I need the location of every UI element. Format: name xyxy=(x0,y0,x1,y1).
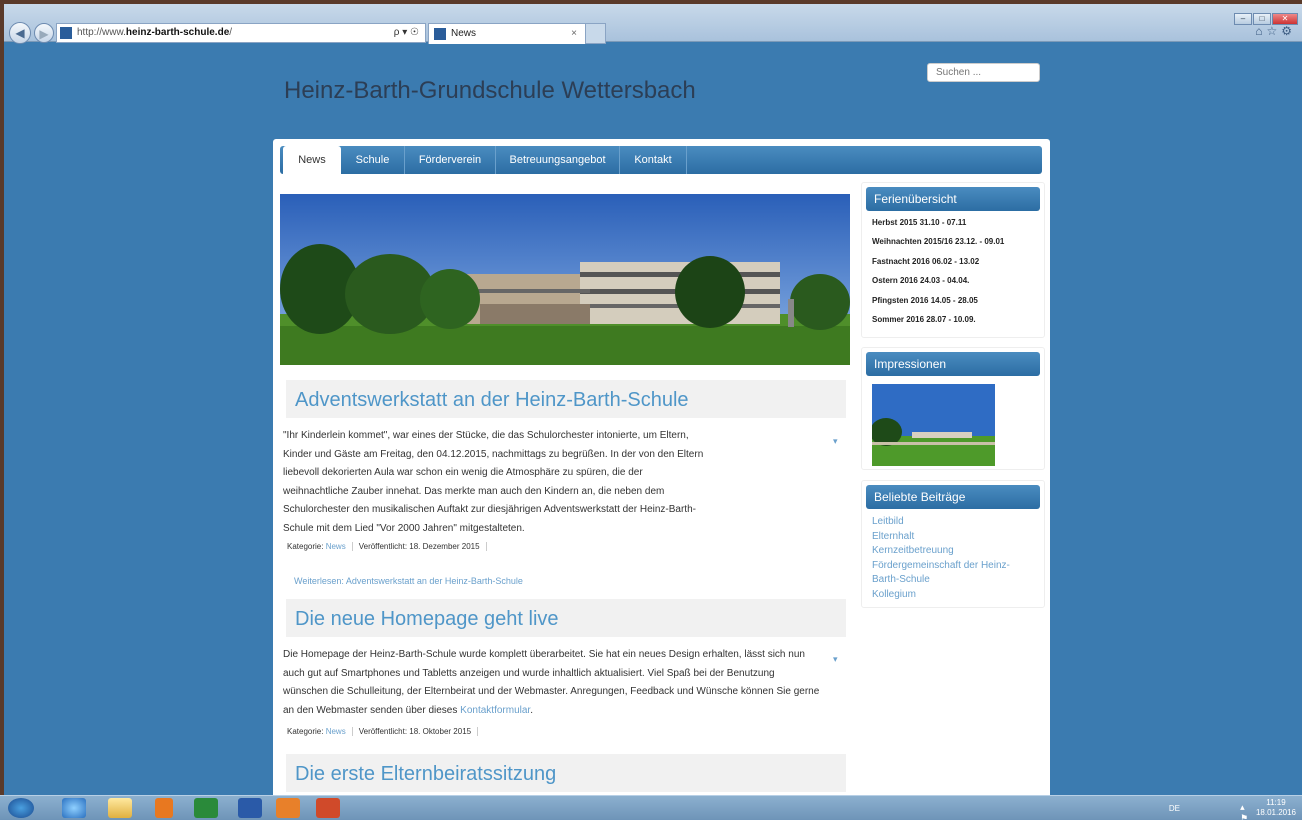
clock[interactable]: 11:19 18.01.2016 xyxy=(1256,798,1296,818)
article-line: weihnachtliche Zauber innehat. Das merkt… xyxy=(283,485,665,497)
popular-link[interactable]: Leitbild xyxy=(862,515,1044,530)
file-explorer-icon[interactable] xyxy=(108,798,132,818)
windows-taskbar: DE ▴ ⚑ ▣ ◀) 11:19 18.01.2016 xyxy=(0,795,1302,820)
excel-icon[interactable] xyxy=(194,798,218,818)
browser-tab-news[interactable]: News × xyxy=(428,23,586,44)
article-title-box: Die erste Elternbeiratssitzung xyxy=(286,754,846,792)
article-line: "Ihr Kinderlein kommet", war eines der S… xyxy=(283,430,689,441)
main-navigation: News Schule Förderverein Betreuungsangeb… xyxy=(280,146,1042,175)
new-tab-button[interactable] xyxy=(586,23,606,44)
site-favicon-icon xyxy=(60,27,72,39)
content-panel: News Schule Förderverein Betreuungsangeb… xyxy=(273,139,1050,795)
nav-item-kontakt[interactable]: Kontakt xyxy=(620,146,687,174)
category-label: Kategorie: xyxy=(287,727,324,736)
holiday-item: Fastnacht 2016 06.02 - 13.02 xyxy=(872,256,980,266)
clock-date: 18.01.2016 xyxy=(1255,808,1296,817)
holiday-overview-module: Ferienübersicht Herbst 2015 31.10 - 07.1… xyxy=(861,182,1045,338)
powerpoint-icon[interactable] xyxy=(316,798,340,818)
school-building-photo xyxy=(280,194,850,365)
holiday-item: Ostern 2016 24.03 - 04.04. xyxy=(872,276,970,286)
category-info: Kategorie: News xyxy=(287,542,353,551)
module-title: Beliebte Beiträge xyxy=(866,485,1040,509)
article-text: "Ihr Kinderlein kommet", war eines der S… xyxy=(283,427,703,538)
article-line: Schule mit dem Lied "Vor 2000 Jahren" mi… xyxy=(283,522,525,534)
impressions-module: Impressionen xyxy=(861,347,1045,470)
article-title-box: Adventswerkstatt an der Heinz-Barth-Schu… xyxy=(286,380,846,418)
article-line: wünschen die Schulleitung, der Elternbei… xyxy=(283,686,820,697)
browser-chrome: – □ ✕ ◀ ▶ http://www.heinz-barth-schule.de… xyxy=(4,4,1302,44)
article-line: Schulorchester den musikalischen Auftakt… xyxy=(283,504,696,515)
article-title[interactable]: Die neue Homepage geht live xyxy=(286,599,846,631)
media-player-icon[interactable] xyxy=(155,798,173,818)
tab-favicon-icon xyxy=(434,28,446,40)
popular-posts-module: Beliebte Beiträge Leitbild Elternhalt Ke… xyxy=(861,480,1045,608)
popular-link[interactable]: Kernzeitbetreuung xyxy=(862,544,1044,559)
contact-form-link[interactable]: Kontaktformular xyxy=(460,705,530,716)
article-meta: Kategorie: News Veröffentlicht: 18. Dezem… xyxy=(287,538,487,556)
category-link[interactable]: News xyxy=(326,542,346,551)
address-bar[interactable]: http://www.heinz-barth-schule.de/ ρ ▾ ☉ xyxy=(56,23,426,43)
word-icon[interactable] xyxy=(238,798,262,818)
site-title[interactable]: Heinz-Barth-Grundschule Wettersbach xyxy=(284,77,696,105)
published-date: Veröffentlicht: 18. Oktober 2015 xyxy=(352,727,479,736)
article-tools-chevron-icon[interactable]: ▾ xyxy=(833,436,838,447)
popular-link[interactable]: Kollegium xyxy=(862,588,1044,603)
popular-link[interactable]: Barth-Schule xyxy=(862,573,1044,588)
read-more-link[interactable]: Weiterlesen: Adventswerkstatt an der Hei… xyxy=(294,576,523,586)
module-title: Ferienübersicht xyxy=(866,187,1040,211)
nav-item-news[interactable]: News xyxy=(283,146,341,175)
article-tools-chevron-icon[interactable]: ▾ xyxy=(833,654,838,665)
search-input[interactable] xyxy=(927,63,1040,82)
browser-toolbar-icons[interactable]: ⌂☆⚙ xyxy=(1255,24,1296,38)
nav-item-betreuungsangebot[interactable]: Betreuungsangebot xyxy=(496,146,620,174)
holiday-item: Herbst 2015 31.10 - 07.11 xyxy=(872,218,967,227)
category-label: Kategorie: xyxy=(287,542,324,551)
back-button[interactable]: ◀ xyxy=(9,22,31,44)
forward-button[interactable]: ▶ xyxy=(34,23,54,43)
nav-item-foerderverein[interactable]: Förderverein xyxy=(405,146,496,174)
article-title-box: Die neue Homepage geht live xyxy=(286,599,846,637)
holiday-item: Sommer 2016 28.07 - 10.09. xyxy=(872,314,976,324)
address-tools[interactable]: ρ ▾ ☉ xyxy=(394,24,419,42)
article-line: an den Webmaster senden über dieses Kont… xyxy=(283,702,819,721)
popular-link[interactable]: Elternhalt xyxy=(862,530,1044,545)
article-title[interactable]: Die erste Elternbeiratssitzung xyxy=(286,754,846,786)
browser-window: – □ ✕ ◀ ▶ http://www.heinz-barth-schule.de… xyxy=(4,4,1302,795)
article-meta: Kategorie: News Veröffentlicht: 18. Oktob… xyxy=(287,723,479,741)
impressions-thumbnail-image[interactable] xyxy=(872,384,995,466)
category-info: Kategorie: News xyxy=(287,727,353,736)
category-link[interactable]: News xyxy=(326,727,346,736)
tab-close-icon[interactable]: × xyxy=(571,24,577,43)
url-prefix: http://www. xyxy=(77,27,126,38)
article-line-end: . xyxy=(530,704,533,716)
language-indicator[interactable]: DE xyxy=(1169,804,1180,813)
article-line: Die Homepage der Heinz-Barth-Schule wurd… xyxy=(283,649,805,660)
article-line: Kinder und Gäste am Freitag, den 04.12.2… xyxy=(283,448,704,460)
popular-link[interactable]: Fördergemeinschaft der Heinz- xyxy=(862,559,1044,574)
url-suffix: / xyxy=(229,27,233,38)
tray-icons[interactable]: ▴ ⚑ ▣ ◀) xyxy=(1240,802,1256,820)
clock-time: 11:19 xyxy=(1266,798,1286,807)
article-line: liebevoll dekorierten Aula war schon ein… xyxy=(283,467,643,478)
outlook-icon[interactable] xyxy=(276,798,300,818)
article-text: Die Homepage der Heinz-Barth-Schule wurd… xyxy=(283,646,819,720)
article-line-text: an den Webmaster senden über dieses xyxy=(283,704,461,716)
start-button-icon[interactable] xyxy=(8,798,34,818)
window-controls: – □ ✕ xyxy=(1233,8,1298,25)
module-title: Impressionen xyxy=(866,352,1040,376)
minimize-button[interactable]: – xyxy=(1234,13,1252,25)
internet-explorer-icon[interactable] xyxy=(62,798,86,818)
tab-title: News xyxy=(451,28,477,39)
nav-item-schule[interactable]: Schule xyxy=(341,146,405,174)
article-line: auch gut auf Smartphones und Tabletts an… xyxy=(283,667,775,679)
holiday-item: Weihnachten 2015/16 23.12. - 09.01 xyxy=(872,237,1005,247)
published-date: Veröffentlicht: 18. Dezember 2015 xyxy=(352,542,487,551)
article-title[interactable]: Adventswerkstatt an der Heinz-Barth-Schu… xyxy=(286,380,846,412)
holiday-item: Pfingsten 2016 14.05 - 28.05 xyxy=(872,295,978,305)
url-domain: heinz-barth-schule.de xyxy=(125,27,230,38)
